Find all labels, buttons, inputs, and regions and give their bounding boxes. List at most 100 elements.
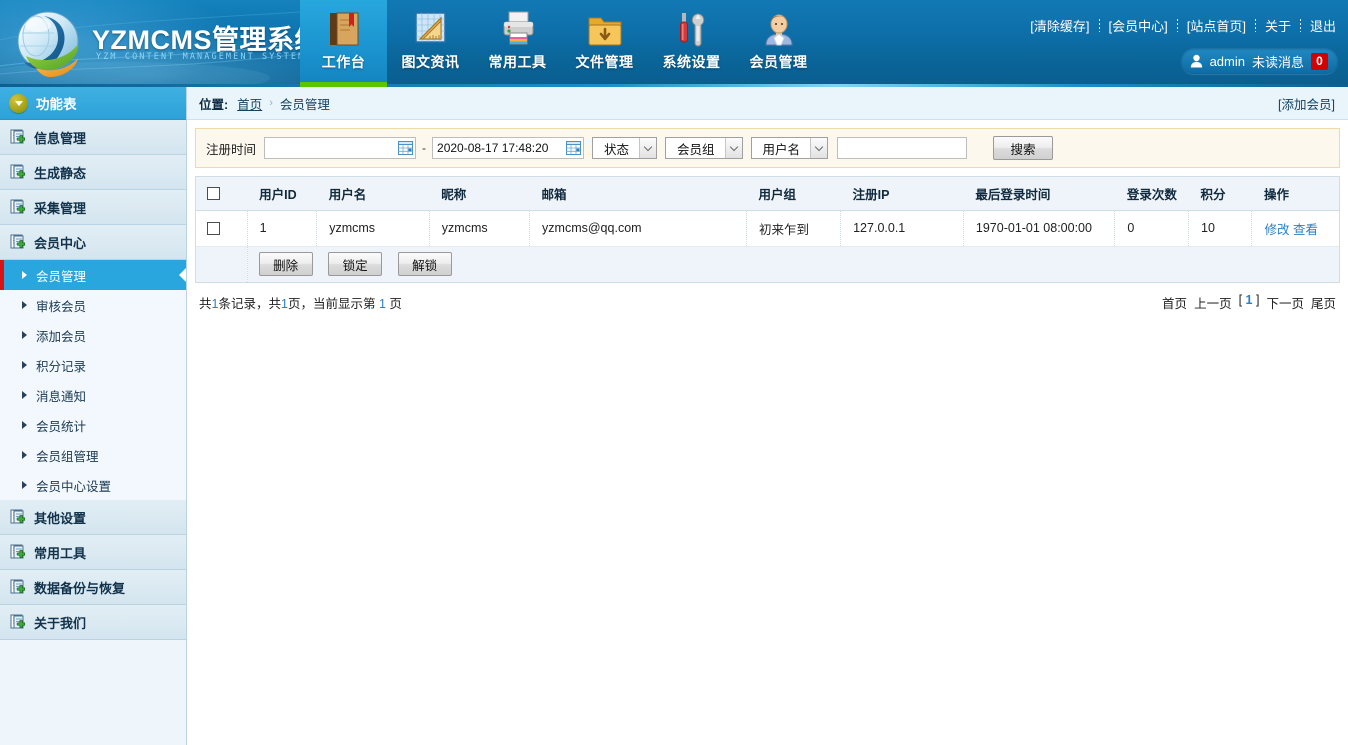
user-name: admin xyxy=(1210,54,1245,69)
pager-last[interactable]: 尾页 xyxy=(1311,293,1336,312)
header-link-clear-cache[interactable]: [清除缓存] xyxy=(1030,16,1089,35)
user-info-pill[interactable]: admin 未读消息 0 xyxy=(1181,48,1338,74)
select-all-checkbox[interactable] xyxy=(207,187,220,200)
link-divider xyxy=(1177,19,1178,32)
nav-tab-tools[interactable]: 常用工具 xyxy=(474,0,561,87)
page-shell: 功能表 信息管理 生成静态 xyxy=(0,87,1348,745)
row-checkbox[interactable] xyxy=(207,222,220,235)
sidebar-item-label: 采集管理 xyxy=(34,198,86,217)
chevron-down-icon xyxy=(810,138,827,158)
cell-user-id: 1 xyxy=(247,210,317,246)
sidebar-item-member-center-settings[interactable]: 会员中心设置 xyxy=(0,470,186,500)
pager-summary-mid1: 条记录，共 xyxy=(218,297,281,311)
member-group-select[interactable]: 会员组 xyxy=(665,137,743,159)
cell-nickname: yzmcms xyxy=(429,210,529,246)
header-link-member-center[interactable]: [会员中心] xyxy=(1109,16,1168,35)
lock-button[interactable]: 锁定 xyxy=(328,252,382,276)
nav-tab-members[interactable]: 会员管理 xyxy=(735,0,822,87)
link-divider xyxy=(1099,19,1100,32)
nav-tab-workbench[interactable]: 工作台 xyxy=(300,0,387,87)
document-add-icon xyxy=(10,234,27,250)
delete-button[interactable]: 删除 xyxy=(259,252,313,276)
search-button[interactable]: 搜索 xyxy=(993,136,1053,160)
edit-link[interactable]: 修改 xyxy=(1264,223,1289,237)
search-filter-bar: 注册时间 - xyxy=(195,128,1340,168)
keyword-input[interactable] xyxy=(837,137,967,159)
add-member-link[interactable]: [添加会员] xyxy=(1278,94,1335,113)
col-username: 用户名 xyxy=(317,177,430,210)
sidebar-header[interactable]: 功能表 xyxy=(0,87,186,120)
pager-summary-mid2: 页，当前显示第 xyxy=(288,297,376,311)
sidebar-item-generate-static[interactable]: 生成静态 xyxy=(0,155,186,190)
header-links: [清除缓存] [会员中心] [站点首页] 关于 退出 xyxy=(1030,16,1336,35)
sidebar-item-message-notice[interactable]: 消息通知 xyxy=(0,380,186,410)
sidebar-item-points-record[interactable]: 积分记录 xyxy=(0,350,186,380)
top-header: YZMCMS管理系统 YZM CONTENT MANAGEMENT SYSTEM… xyxy=(0,0,1348,87)
cell-username: yzmcms xyxy=(317,210,430,246)
document-add-icon xyxy=(10,129,27,145)
sidebar-item-member-center[interactable]: 会员中心 xyxy=(0,225,186,260)
link-divider xyxy=(1300,19,1301,32)
unlock-button[interactable]: 解锁 xyxy=(398,252,452,276)
sidebar-item-add-member[interactable]: 添加会员 xyxy=(0,320,186,350)
pager-next[interactable]: 下一页 xyxy=(1266,293,1304,312)
breadcrumb-home[interactable]: 首页 xyxy=(237,94,262,113)
triangle-right-icon xyxy=(22,331,27,339)
document-add-icon xyxy=(10,579,27,595)
document-add-icon xyxy=(10,614,27,630)
status-select[interactable]: 状态 xyxy=(592,137,657,159)
pagination-bar: 共1条记录，共1页，当前显示第 1 页 首页 上一页 [ 1 ] 下一页 尾页 xyxy=(199,291,1336,313)
sidebar-item-label: 消息通知 xyxy=(36,386,86,405)
sidebar-item-member-manage[interactable]: 会员管理 xyxy=(0,260,186,290)
sidebar-item-label: 生成静态 xyxy=(34,163,86,182)
sidebar-item-audit-member[interactable]: 审核会员 xyxy=(0,290,186,320)
table-actions-row: 删除 锁定 解锁 xyxy=(196,246,1339,282)
sidebar-item-other-settings[interactable]: 其他设置 xyxy=(0,500,186,535)
document-add-icon xyxy=(10,509,27,525)
breadcrumb-prefix: 位置: xyxy=(199,94,228,113)
sidebar-item-common-tools[interactable]: 常用工具 xyxy=(0,535,186,570)
sidebar-item-label: 会员中心 xyxy=(34,233,86,252)
sidebar-item-collect-manage[interactable]: 采集管理 xyxy=(0,190,186,225)
pager-prev[interactable]: 上一页 xyxy=(1194,293,1232,312)
sidebar-item-info-manage[interactable]: 信息管理 xyxy=(0,120,186,155)
header-link-site-home[interactable]: [站点首页] xyxy=(1187,16,1246,35)
triangle-right-icon xyxy=(22,271,27,279)
logo-subtitle: YZM CONTENT MANAGEMENT SYSTEM GUI xyxy=(96,52,334,62)
actions-spacer-cell xyxy=(196,246,247,282)
search-field-select[interactable]: 用户名 xyxy=(751,137,829,159)
status-select-value: 状态 xyxy=(593,139,639,158)
cell-last-login: 1970-01-01 08:00:00 xyxy=(963,210,1114,246)
sidebar-item-about-us[interactable]: 关于我们 xyxy=(0,605,186,640)
sidebar-item-label: 会员中心设置 xyxy=(36,476,111,495)
nav-tab-label: 工作台 xyxy=(322,52,366,72)
nav-tab-files[interactable]: 文件管理 xyxy=(561,0,648,87)
header-link-logout[interactable]: 退出 xyxy=(1310,16,1336,35)
date-range-dash: - xyxy=(422,141,426,155)
triangle-right-icon xyxy=(22,421,27,429)
nav-tab-settings[interactable]: 系统设置 xyxy=(648,0,735,87)
end-date-input[interactable] xyxy=(432,137,584,159)
row-select-cell xyxy=(196,210,247,246)
start-date-wrapper xyxy=(264,137,416,159)
sidebar-item-member-stats[interactable]: 会员统计 xyxy=(0,410,186,440)
pager-first[interactable]: 首页 xyxy=(1162,293,1187,312)
nav-tab-label: 会员管理 xyxy=(750,52,808,72)
pager-current-page: 1 xyxy=(379,297,386,311)
breadcrumb: 位置: 首页 › 会员管理 [添加会员] xyxy=(187,87,1348,120)
col-email: 邮箱 xyxy=(530,177,747,210)
col-nickname: 昵称 xyxy=(429,177,529,210)
header-link-about[interactable]: 关于 xyxy=(1265,16,1291,35)
user-avatar-icon xyxy=(758,8,800,50)
members-table: 用户ID 用户名 昵称 邮箱 用户组 注册IP 最后登录时间 登录次数 积分 操… xyxy=(196,177,1339,282)
nav-tab-news[interactable]: 图文资讯 xyxy=(387,0,474,87)
triangle-right-icon xyxy=(22,481,27,489)
select-all-header xyxy=(196,177,247,210)
sidebar-item-member-group-manage[interactable]: 会员组管理 xyxy=(0,440,186,470)
view-link[interactable]: 查看 xyxy=(1293,223,1318,237)
start-date-input[interactable] xyxy=(264,137,416,159)
sidebar-item-backup-restore[interactable]: 数据备份与恢复 xyxy=(0,570,186,605)
cell-points: 10 xyxy=(1189,210,1252,246)
pager-page-number[interactable]: 1 xyxy=(1246,293,1253,307)
nav-tab-label: 图文资讯 xyxy=(402,52,460,72)
